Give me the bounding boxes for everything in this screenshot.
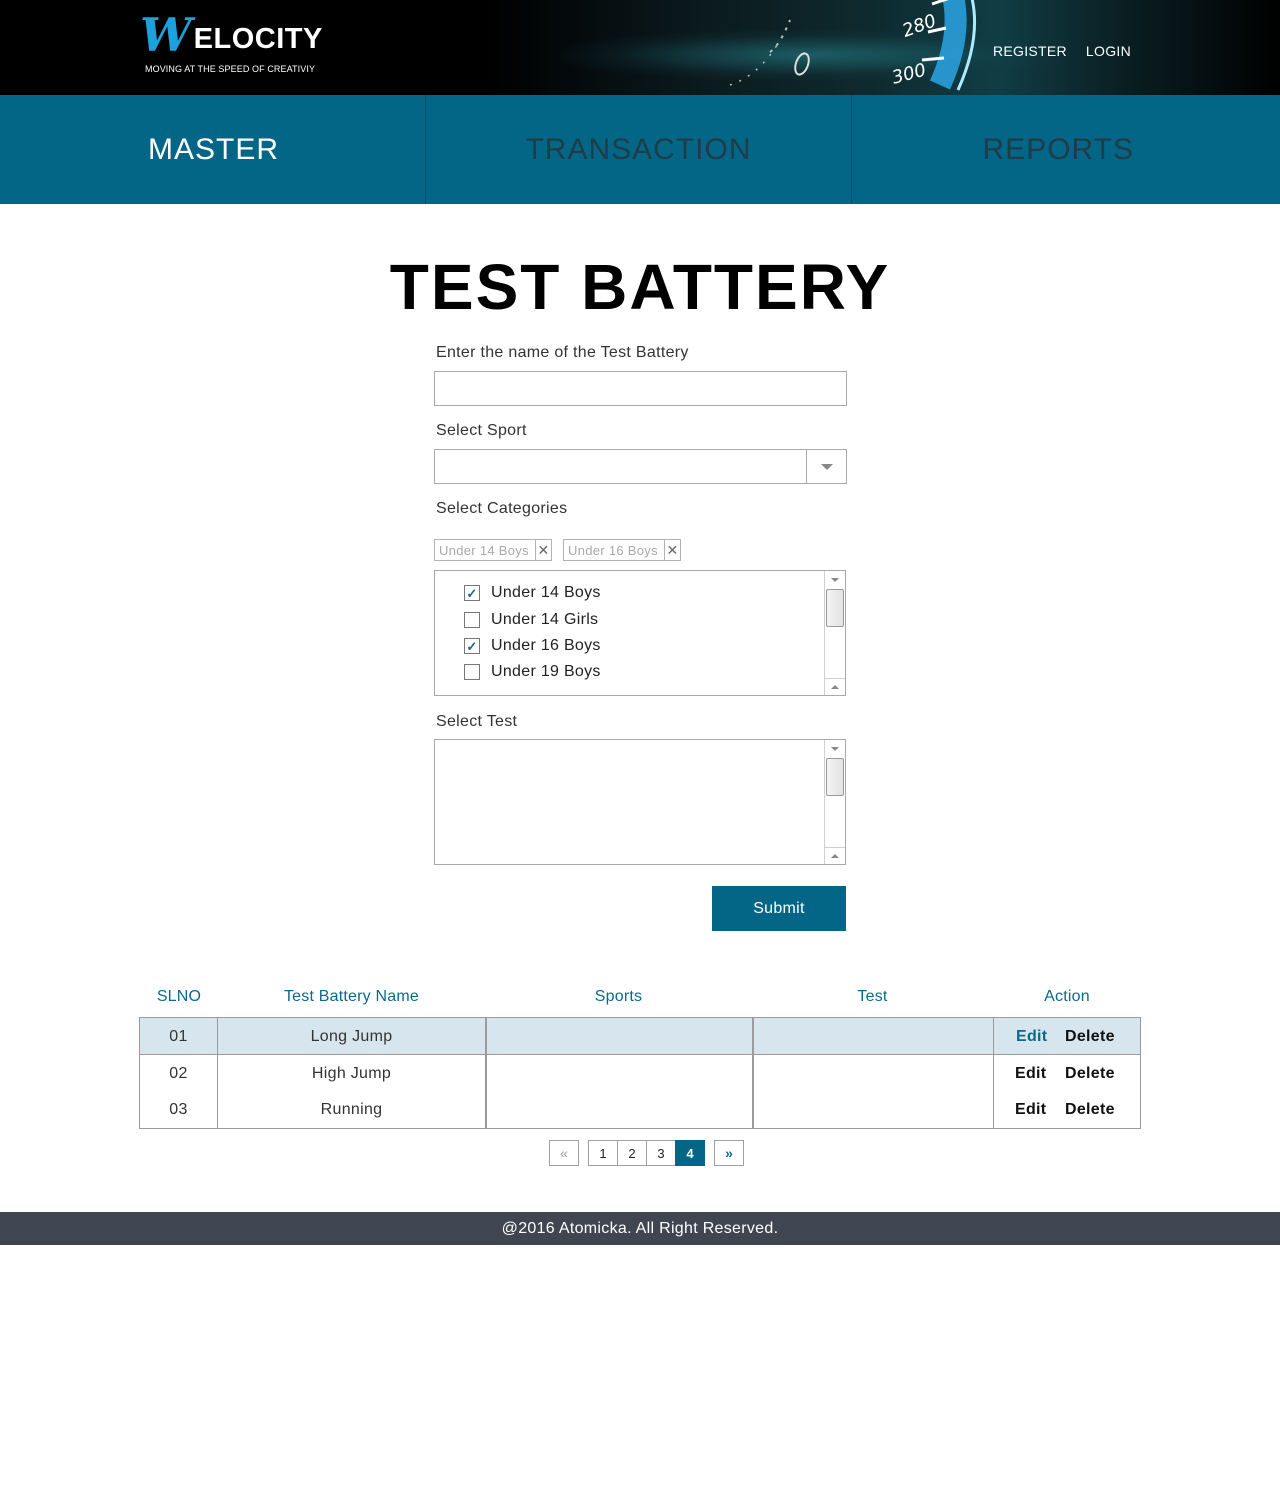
table-cell-slno: 02 xyxy=(169,1065,188,1082)
column-divider xyxy=(485,1018,487,1128)
column-header-action: Action xyxy=(1044,988,1090,1005)
logo-wordmark: ELOCITY xyxy=(193,23,323,55)
edit-link[interactable]: Edit xyxy=(1015,1101,1046,1119)
gauge-label-280: 280 xyxy=(900,10,939,41)
listbox-scrollbar[interactable] xyxy=(824,740,845,864)
close-icon[interactable]: ✕ xyxy=(534,540,551,560)
main-navigation: MASTER TRANSACTION REPORTS xyxy=(0,95,1280,204)
scroll-up-arrow-icon[interactable] xyxy=(825,847,845,864)
checkbox-checked[interactable]: ✓ xyxy=(464,585,480,601)
column-header-test: Test xyxy=(857,988,888,1005)
scroll-up-arrow-icon[interactable] xyxy=(825,678,845,695)
category-option-label: Under 19 Boys xyxy=(491,663,601,680)
select-categories-label: Select Categories xyxy=(436,500,568,517)
chevron-down-icon xyxy=(820,463,833,470)
checkbox-checked[interactable]: ✓ xyxy=(464,638,480,654)
category-option-label: Under 14 Girls xyxy=(491,611,599,628)
pagination-page-2[interactable]: 2 xyxy=(617,1140,647,1166)
category-option-label: Under 16 Boys xyxy=(491,637,601,654)
submit-button[interactable]: Submit xyxy=(712,886,846,931)
page-title: TEST BATTERY xyxy=(389,251,891,323)
category-option-under-14-boys[interactable]: ✓ Under 14 Boys xyxy=(464,582,601,604)
logo-tagline: MOVING AT THE SPEED OF CREATIVIY xyxy=(145,64,316,74)
table-cell-slno: 03 xyxy=(169,1101,188,1118)
category-option-under-16-boys[interactable]: ✓ Under 16 Boys xyxy=(464,635,601,657)
checkbox-unchecked[interactable] xyxy=(464,664,480,680)
delete-link[interactable]: Delete xyxy=(1065,1101,1115,1119)
nav-master[interactable]: MASTER xyxy=(0,95,426,204)
speedometer-graphic: 280 300 xyxy=(729,0,977,91)
test-battery-name-input[interactable] xyxy=(434,371,847,406)
close-icon[interactable]: ✕ xyxy=(663,540,680,560)
test-listbox[interactable] xyxy=(434,739,846,865)
register-link[interactable]: REGISTER xyxy=(993,43,1067,59)
table-cell-name: Running xyxy=(320,1101,383,1118)
pagination-next-button[interactable]: » xyxy=(714,1140,744,1166)
category-option-label: Under 14 Boys xyxy=(491,584,601,601)
test-battery-table: 01 Long Jump Edit Delete 02 High Jump Ed… xyxy=(139,1017,1141,1129)
column-header-name: Test Battery Name xyxy=(283,988,419,1005)
scroll-down-arrow-icon[interactable] xyxy=(825,740,845,757)
scrollbar-thumb[interactable] xyxy=(826,589,844,627)
column-header-sports: Sports xyxy=(594,988,643,1005)
table-cell-name: Long Jump xyxy=(310,1028,393,1045)
logo-w-mark: W xyxy=(140,8,192,62)
select-test-label: Select Test xyxy=(436,713,518,730)
pagination-page-3[interactable]: 3 xyxy=(646,1140,676,1166)
column-divider xyxy=(752,1018,754,1128)
column-header-slno: SLNO xyxy=(156,988,202,1005)
select-sport-dropdown[interactable] xyxy=(434,449,847,484)
category-option-under-14-girls[interactable]: Under 14 Girls xyxy=(464,609,598,631)
nav-transaction[interactable]: TRANSACTION xyxy=(426,95,852,204)
nav-reports[interactable]: REPORTS xyxy=(852,95,1280,204)
column-divider xyxy=(993,1018,994,1128)
select-sport-label: Select Sport xyxy=(436,422,527,439)
edit-link[interactable]: Edit xyxy=(1015,1065,1046,1083)
pagination-page-4-current[interactable]: 4 xyxy=(675,1140,705,1166)
header-auth-links: REGISTER LOGIN xyxy=(993,43,1131,59)
table-cell-slno: 01 xyxy=(169,1028,188,1045)
site-header: 280 300 W ELOCITY MOVING AT THE SPEED OF… xyxy=(0,0,1280,95)
delete-link[interactable]: Delete xyxy=(1065,1028,1115,1046)
table-cell-name: High Jump xyxy=(311,1065,392,1082)
test-battery-name-label: Enter the name of the Test Battery xyxy=(436,344,689,361)
scrollbar-thumb[interactable] xyxy=(826,758,844,796)
checkbox-unchecked[interactable] xyxy=(464,612,480,628)
listbox-scrollbar[interactable] xyxy=(824,571,845,695)
delete-link[interactable]: Delete xyxy=(1065,1065,1115,1083)
brand-logo[interactable]: W ELOCITY MOVING AT THE SPEED OF CREATIV… xyxy=(140,8,323,74)
edit-link[interactable]: Edit xyxy=(1016,1028,1047,1046)
chip-label: Under 16 Boys xyxy=(568,542,658,558)
category-option-under-19-boys[interactable]: Under 19 Boys xyxy=(464,661,601,683)
selected-category-chip: Under 16 Boys ✕ xyxy=(563,539,681,561)
chip-label: Under 14 Boys xyxy=(439,542,529,558)
selected-category-chip: Under 14 Boys ✕ xyxy=(434,539,552,561)
pagination-page-1[interactable]: 1 xyxy=(588,1140,618,1166)
login-link[interactable]: LOGIN xyxy=(1086,43,1131,59)
gauge-label-300: 300 xyxy=(890,60,929,89)
site-footer: @2016 Atomicka. All Right Reserved. xyxy=(0,1212,1280,1245)
pagination-prev-button[interactable]: « xyxy=(549,1140,579,1166)
scroll-down-arrow-icon[interactable] xyxy=(825,571,845,588)
categories-listbox[interactable]: ✓ Under 14 Boys Under 14 Girls ✓ Under 1… xyxy=(434,570,846,696)
dropdown-toggle-button[interactable] xyxy=(806,450,846,483)
